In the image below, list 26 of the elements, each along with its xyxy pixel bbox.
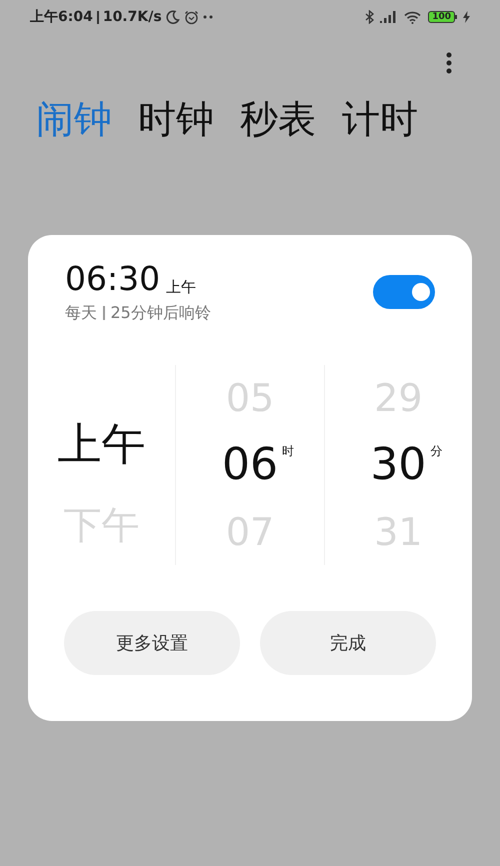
dialog-button[interactable]: 完成	[260, 611, 436, 675]
network-speed: 10.7K/s	[102, 8, 162, 26]
charging-icon	[463, 11, 470, 23]
moon-icon	[166, 10, 180, 24]
dialog-button[interactable]: 更多设置	[64, 611, 240, 675]
picker-number[interactable]: 30	[370, 439, 426, 490]
tab[interactable]: 计时	[342, 94, 418, 144]
alarm-toggle[interactable]	[373, 275, 435, 309]
alarm-icon	[184, 10, 199, 24]
tab[interactable]: 时钟	[138, 94, 214, 144]
unit-label: 分	[430, 443, 442, 460]
signal-icon	[380, 11, 398, 23]
tab[interactable]: 秒表	[240, 94, 316, 144]
picker-number[interactable]: 06	[222, 439, 278, 490]
unit-label: 时	[282, 443, 294, 460]
status-time: 上午6:04	[30, 8, 93, 26]
more-menu-icon[interactable]	[446, 52, 452, 74]
bluetooth-icon	[365, 10, 374, 24]
wifi-icon	[404, 10, 422, 24]
picker-period[interactable]: 上午	[58, 419, 146, 470]
repeat-label: 每天	[65, 302, 97, 324]
alarm-period: 上午	[166, 277, 196, 298]
more-notifications-icon	[202, 15, 213, 19]
countdown-label: 25分钟后响铃	[110, 302, 211, 324]
battery-level: 100	[428, 11, 455, 23]
alarm-time: 06:30	[65, 259, 160, 299]
